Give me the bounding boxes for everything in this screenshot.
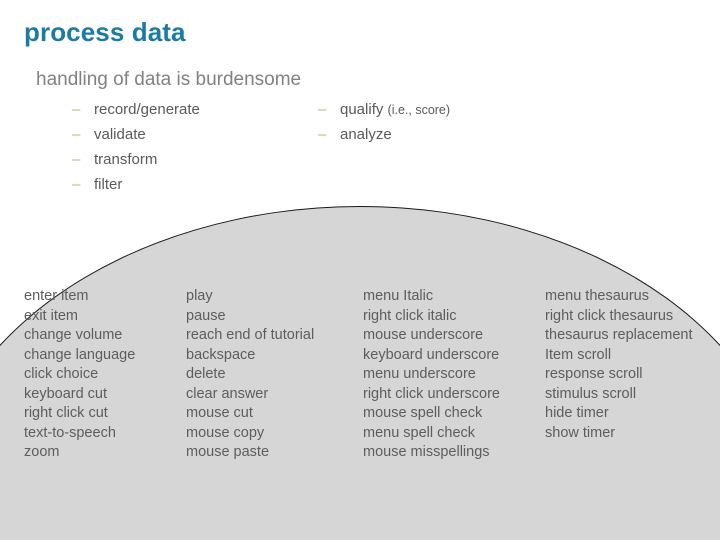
list-item: zoom	[24, 444, 60, 460]
list-item: delete	[186, 366, 226, 382]
list-item: text-to-speech	[24, 424, 116, 441]
list-item: right click italic	[363, 307, 457, 324]
list-item: menu underscore	[363, 366, 476, 382]
list-item: reach end of tutorial	[186, 327, 315, 343]
subheading: handling of data is burdensome	[36, 69, 302, 90]
list-item: right click underscore	[363, 385, 500, 402]
dash-bullet-icon: –	[72, 176, 81, 193]
list-item: response scroll	[545, 366, 643, 382]
list-item: pause	[186, 307, 226, 324]
list-item: stimulus scroll	[545, 385, 637, 402]
bullet-item-label: transform	[94, 151, 158, 168]
list-item: mouse misspellings	[363, 444, 490, 460]
bullet-item: – transform	[72, 151, 200, 176]
list-item: mouse spell check	[363, 405, 483, 421]
list-item: change language	[24, 346, 136, 363]
event-column-4: menu thesaurus right click thesaurus thesa…	[545, 287, 693, 443]
list-item: clear answer	[186, 385, 269, 402]
bullet-item: – validate	[72, 126, 200, 151]
bullet-item-label: filter	[94, 176, 123, 193]
list-item: right click cut	[24, 405, 108, 421]
list-item: thesaurus replacement	[545, 327, 693, 343]
bullet-list-right: – qualify (i.e., score) – analyze	[318, 101, 450, 151]
dash-bullet-icon: –	[72, 101, 81, 118]
list-item: hide timer	[545, 405, 609, 421]
list-item: show timer	[545, 424, 616, 441]
list-item: backspace	[186, 346, 256, 363]
slide-canvas: process data handling of data is burdens…	[0, 0, 720, 540]
list-item: play	[186, 288, 213, 304]
list-item: keyboard underscore	[363, 346, 500, 363]
dash-bullet-icon: –	[318, 101, 327, 118]
bullet-item-label: qualify (i.e., score)	[340, 101, 451, 118]
list-item: menu Italic	[363, 288, 434, 304]
list-item: enter item	[24, 288, 89, 304]
list-item: mouse paste	[186, 444, 270, 460]
event-column-3: menu Italic right click italic mouse under…	[363, 287, 500, 463]
list-item: change volume	[24, 327, 123, 343]
list-item: Item scroll	[545, 346, 612, 363]
bullet-item: – record/generate	[72, 101, 200, 126]
dash-bullet-icon: –	[318, 126, 327, 143]
event-column-1: enter item exit item change volume change l…	[24, 287, 135, 463]
page-title: process data	[24, 17, 186, 47]
list-item: menu thesaurus	[545, 288, 649, 304]
bullet-list-left: – record/generate – validate – transform – filt…	[72, 101, 200, 201]
bullet-item: – qualify (i.e., score)	[318, 101, 450, 126]
dash-bullet-icon: –	[72, 126, 81, 143]
list-item: right click thesaurus	[545, 307, 674, 324]
bullet-item-note: (i.e., score)	[387, 103, 451, 117]
bullet-item-label: record/generate	[94, 101, 200, 118]
list-item: mouse copy	[186, 424, 265, 441]
bullet-item: – analyze	[318, 126, 450, 151]
event-column-2: play pause reach end of tutorial backspace d…	[186, 287, 314, 463]
list-item: mouse cut	[186, 405, 253, 421]
list-item: menu spell check	[363, 424, 476, 441]
list-item: click choice	[24, 366, 99, 382]
bullet-item-label: validate	[94, 126, 146, 143]
list-item: exit item	[24, 307, 78, 324]
bullet-item: – filter	[72, 176, 200, 201]
dash-bullet-icon: –	[72, 151, 81, 168]
list-item: mouse underscore	[363, 327, 484, 343]
bullet-item-label: analyze	[340, 126, 392, 143]
list-item: keyboard cut	[24, 385, 108, 402]
